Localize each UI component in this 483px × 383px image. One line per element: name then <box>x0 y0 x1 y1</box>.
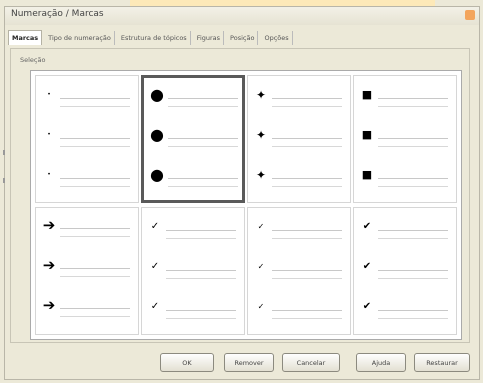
star-icon: ✦ <box>255 168 267 182</box>
edge-marker <box>3 178 5 183</box>
bullet-style-check-bold[interactable]: ✔ ✔ ✔ <box>353 207 457 335</box>
star-icon: ✦ <box>255 88 267 102</box>
reset-button[interactable]: Restaurar <box>414 353 470 372</box>
checkmark-icon: ✓ <box>150 301 160 312</box>
square-icon: ■ <box>361 88 373 101</box>
tick-icon: ✓ <box>257 222 265 231</box>
bullet-style-arrow[interactable]: ➔ ➔ ➔ <box>35 207 139 335</box>
close-icon[interactable] <box>465 10 475 20</box>
arrow-icon: ➔ <box>42 256 56 274</box>
tab-opcoes[interactable]: Opções <box>261 31 293 45</box>
small-dot-icon: • <box>47 171 51 178</box>
square-icon: ■ <box>361 168 373 181</box>
tab-estrutura-de-topicos[interactable]: Estrutura de tópicos <box>117 31 191 45</box>
tick-icon: ✓ <box>257 302 265 311</box>
check-bold-icon: ✔ <box>362 261 372 272</box>
check-bold-icon: ✔ <box>362 301 372 312</box>
tab-figuras[interactable]: Figuras <box>193 31 225 45</box>
large-dot-icon: ● <box>150 165 164 184</box>
large-dot-icon: ● <box>150 125 164 144</box>
arrow-icon: ➔ <box>42 296 56 314</box>
tab-strip: Marcas Tipo de numeração Estrutura de tópi… <box>8 30 296 46</box>
small-dot-icon: • <box>47 131 51 138</box>
window-title: Numeração / Marcas <box>11 9 104 19</box>
bullet-style-grid: • • • ● ● ● ✦ ✦ ✦ ■ ■ ■ ➔ ➔ ➔ ✓ ✓ ✓ ✓ ✓ … <box>30 70 462 340</box>
bullet-style-checkmark[interactable]: ✓ ✓ ✓ <box>141 207 245 335</box>
bullet-style-tick[interactable]: ✓ ✓ ✓ <box>247 207 351 335</box>
bullet-style-large-dot[interactable]: ● ● ● <box>141 75 245 203</box>
help-button[interactable]: Ajuda <box>356 353 406 372</box>
ok-button[interactable]: OK <box>160 353 214 372</box>
small-dot-icon: • <box>47 91 51 98</box>
square-icon: ■ <box>361 128 373 141</box>
bullet-style-star[interactable]: ✦ ✦ ✦ <box>247 75 351 203</box>
checkmark-icon: ✓ <box>150 261 160 272</box>
arrow-icon: ➔ <box>42 216 56 234</box>
edge-marker <box>3 150 5 155</box>
tab-tipo-de-numeracao[interactable]: Tipo de numeração <box>45 31 115 45</box>
checkmark-icon: ✓ <box>150 221 160 232</box>
title-bar[interactable]: Numeração / Marcas <box>5 7 479 25</box>
bullet-style-square[interactable]: ■ ■ ■ <box>353 75 457 203</box>
dialog-button-bar: OK Remover Cancelar Ajuda Restaurar <box>0 353 476 375</box>
tab-marcas[interactable]: Marcas <box>8 30 43 45</box>
check-bold-icon: ✔ <box>362 221 372 232</box>
cancel-button[interactable]: Cancelar <box>282 353 340 372</box>
section-label-selecao: Seleção <box>20 56 46 64</box>
star-icon: ✦ <box>255 128 267 142</box>
tab-posicao[interactable]: Posição <box>227 31 259 45</box>
bullet-style-small-dot[interactable]: • • • <box>35 75 139 203</box>
remove-button[interactable]: Remover <box>224 353 274 372</box>
large-dot-icon: ● <box>150 85 164 104</box>
tick-icon: ✓ <box>257 262 265 271</box>
